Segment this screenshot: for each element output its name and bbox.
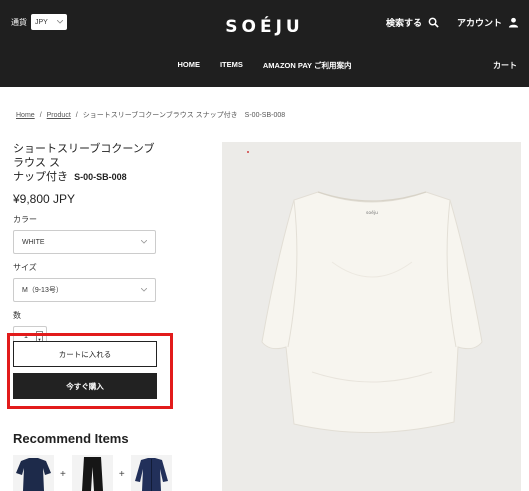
size-select[interactable]: M（9-13号） <box>13 278 156 302</box>
search-link[interactable]: 検索する <box>386 16 422 29</box>
search-icon[interactable] <box>428 17 439 28</box>
size-value: M（9-13号） <box>22 287 63 294</box>
quantity-label: 数 <box>13 311 21 320</box>
shirt-tag: soéju <box>366 209 378 216</box>
breadcrumb-home[interactable]: Home <box>16 112 35 119</box>
nav-items[interactable]: ITEMS <box>220 60 243 71</box>
product-price: ¥9,800 JPY <box>13 192 76 206</box>
color-select[interactable]: WHITE <box>13 230 156 254</box>
header-actions: 検索する アカウント <box>386 16 519 29</box>
size-label: サイズ <box>13 263 37 272</box>
chevron-down-icon <box>141 240 147 244</box>
recommend-title: Recommend Items <box>13 431 129 446</box>
main-nav: HOME ITEMS AMAZON PAY ご利用案内 <box>0 60 529 71</box>
black-pants-image <box>81 457 103 491</box>
breadcrumb-product[interactable]: Product <box>47 112 71 119</box>
navy-cardigan-image <box>134 458 168 491</box>
plus-sign: + <box>60 469 66 480</box>
add-to-cart-button[interactable]: カートに入れる <box>13 341 157 367</box>
product-title: ショートスリーブコクーンブラウス ス ナップ付き S-00-SB-008 <box>13 142 159 184</box>
color-value: WHITE <box>22 238 45 246</box>
account-link[interactable]: アカウント <box>457 16 502 29</box>
site-header: 通貨 JPY SOÉJU 検索する アカウント HOME ITEMS AMAZO… <box>0 0 529 87</box>
color-label: カラー <box>13 215 37 224</box>
product-title-line1: ショートスリーブコクーンブラウス ス <box>13 143 155 169</box>
recommend-item-black-pants[interactable] <box>71 455 113 491</box>
plus-sign: + <box>118 469 125 480</box>
nav-amazon-pay[interactable]: AMAZON PAY ご利用案内 <box>263 60 352 71</box>
breadcrumb-separator: / <box>75 111 78 119</box>
recommend-item-navy-cardigan[interactable] <box>130 455 172 491</box>
white-blouse-image: soéju <box>222 142 521 491</box>
product-code: S-00-SB-008 <box>74 172 127 182</box>
recommend-item-navy-top[interactable] <box>13 455 54 491</box>
navy-top-image <box>16 458 51 491</box>
breadcrumb-current: ショートスリーブコクーンブラウス スナップ付き S-00-SB-008 <box>82 112 286 119</box>
breadcrumb-separator: / <box>39 111 42 119</box>
chevron-down-icon <box>141 288 147 292</box>
product-image[interactable]: soéju <box>222 142 521 491</box>
cart-link[interactable]: カート <box>493 60 517 71</box>
nav-home[interactable]: HOME <box>177 60 200 71</box>
recommend-list: + + <box>13 455 172 491</box>
user-icon[interactable] <box>508 17 519 28</box>
product-info: ショートスリーブコクーンブラウス ス ナップ付き S-00-SB-008 ¥9,… <box>13 142 159 346</box>
product-title-line2: ナップ付き <box>13 171 68 183</box>
buy-now-button[interactable]: 今すぐ購入 <box>13 373 157 399</box>
breadcrumb: Home / Product / ショートスリーブコクーンブラウス スナップ付き… <box>16 110 285 120</box>
